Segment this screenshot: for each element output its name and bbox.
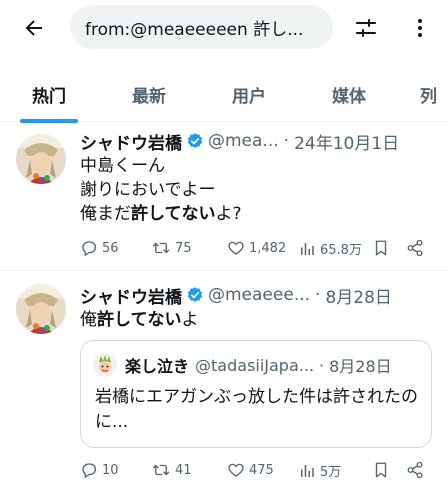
tab-label: 列 (420, 86, 437, 107)
reply-count: 10 (102, 462, 119, 478)
tweet-date[interactable]: 8月28日 (325, 283, 391, 308)
bookmark-button[interactable] (372, 461, 394, 479)
author-name[interactable]: シャドウ岩橋 (80, 283, 182, 308)
tweet-text: 中島くーん 謝りにおいでよー 俺まだ許してないよ? (80, 154, 242, 226)
views-button[interactable]: 65.8万 (298, 239, 362, 258)
reply-icon (82, 463, 97, 479)
tab-bar: 热门 最新 用户 媒体 列 (0, 66, 448, 123)
tab-people[interactable]: 用户 (200, 66, 298, 122)
verified-badge-icon (186, 286, 204, 304)
tab-label: 用户 (232, 86, 266, 107)
share-button[interactable] (406, 461, 428, 479)
more-vertical-icon[interactable] (404, 12, 436, 44)
tweet-header: シャドウ岩橋 @mea... · 24年10月1日 (80, 129, 399, 154)
view-count: 5万 (320, 465, 342, 480)
tweet[interactable]: シャドウ岩橋 @mea... · 24年10月1日 中島くーん 謝りにおいでよー… (0, 123, 448, 271)
quoted-header: 楽し泣き @tadasiiJapa... · 8月28日 (125, 353, 392, 377)
quoted-author-name: 楽し泣き (125, 357, 190, 376)
tweet-actions: 10 41 475 5万 (80, 461, 430, 483)
highlighted-term: 許してない (131, 204, 216, 224)
text-segment: 俺 (80, 310, 97, 330)
quoted-tweet[interactable]: 楽し泣き @tadasiiJapa... · 8月28日 岩橋にエアガンぶっ放し… (80, 340, 432, 448)
view-count: 65.8万 (320, 243, 362, 258)
author-name[interactable]: シャドウ岩橋 (80, 129, 182, 154)
bookmark-button[interactable] (372, 239, 394, 257)
filter-icon[interactable] (350, 12, 382, 44)
author-handle[interactable]: @mea... (208, 131, 279, 151)
separator-dot: · (319, 355, 325, 375)
tweet-date[interactable]: 24年10月1日 (294, 129, 399, 154)
back-arrow-icon[interactable] (18, 12, 50, 44)
like-icon (228, 463, 244, 477)
reply-button[interactable]: 10 (80, 461, 119, 479)
like-icon (228, 241, 244, 255)
text-segment: 俺まだ (80, 204, 131, 224)
retweet-count: 41 (175, 462, 192, 478)
tweet[interactable]: シャドウ岩橋 @meaeee... · 8月28日 俺許してないよ 楽し泣き @… (0, 272, 448, 500)
reply-count: 56 (102, 240, 119, 256)
avatar[interactable] (16, 134, 66, 184)
tweet-line: 俺許してないよ (80, 308, 199, 332)
search-input[interactable]: from:@meaeeeeen 許し... (70, 5, 333, 49)
tweet-line: 俺まだ許してないよ? (80, 202, 242, 226)
text-segment: よ? (215, 204, 242, 224)
reply-button[interactable]: 56 (80, 239, 119, 257)
reply-icon (82, 241, 97, 257)
bookmark-icon (375, 462, 387, 478)
quoted-avatar (93, 353, 117, 377)
quoted-author-handle: @tadasiiJapa... (195, 355, 315, 375)
quoted-text: 岩橋にエアガンぶっ放した件は許されたのに... (95, 387, 418, 432)
tab-label: 媒体 (332, 86, 366, 107)
tab-lists[interactable]: 列 (420, 66, 448, 122)
retweet-button[interactable]: 41 (151, 461, 192, 479)
like-count: 475 (249, 462, 274, 478)
views-button[interactable]: 5万 (298, 461, 341, 480)
separator-dot: · (315, 285, 321, 305)
tweet-header: シャドウ岩橋 @meaeee... · 8月28日 (80, 283, 392, 308)
tab-label: 热门 (32, 86, 66, 107)
tweet-line: 謝りにおいでよー (80, 180, 216, 200)
highlighted-term: 許してない (97, 310, 182, 330)
views-icon (301, 242, 314, 255)
retweet-icon (152, 464, 170, 476)
tab-latest[interactable]: 最新 (100, 66, 198, 122)
avatar[interactable] (16, 284, 66, 334)
quoted-date: 8月28日 (329, 357, 392, 376)
bookmark-icon (375, 240, 387, 256)
retweet-button[interactable]: 75 (151, 239, 192, 257)
tweet-text: 俺許してないよ (80, 308, 199, 332)
share-icon (407, 461, 423, 479)
views-icon (301, 464, 314, 477)
text-segment: よ (181, 310, 199, 330)
like-button[interactable]: 1,482 (227, 239, 286, 257)
share-button[interactable] (406, 239, 428, 257)
tab-label: 最新 (132, 86, 166, 107)
tweet-actions: 56 75 1,482 65.8万 (80, 239, 430, 261)
verified-badge-icon (186, 132, 204, 150)
top-bar: from:@meaeeeeen 許し... (0, 0, 448, 56)
share-icon (407, 239, 423, 257)
retweet-icon (152, 242, 170, 254)
tab-media[interactable]: 媒体 (300, 66, 398, 122)
retweet-count: 75 (175, 240, 192, 256)
like-count: 1,482 (249, 240, 287, 256)
like-button[interactable]: 475 (227, 461, 274, 479)
separator-dot: · (283, 131, 290, 151)
author-handle[interactable]: @meaeee... (208, 285, 310, 305)
tab-top[interactable]: 热门 (0, 66, 98, 123)
tweet-line: 中島くーん (80, 156, 165, 176)
